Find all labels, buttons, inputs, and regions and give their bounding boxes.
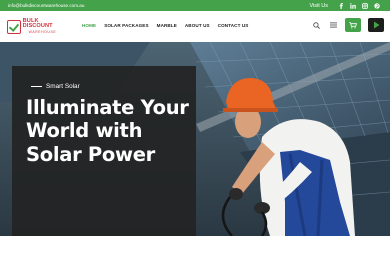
facebook-icon[interactable]: [338, 2, 344, 9]
visit-us-link[interactable]: Visit Us: [309, 3, 328, 9]
header-tools: [311, 18, 384, 32]
nav-item-solar-packages[interactable]: SOLAR PACKAGES: [104, 23, 148, 28]
instagram-icon[interactable]: [362, 2, 368, 9]
nav-item-home[interactable]: HOME: [82, 23, 96, 28]
hero-eyebrow: Smart Solar: [31, 83, 80, 90]
cart-button[interactable]: [345, 18, 361, 32]
nav-item-marble[interactable]: MARBLE: [157, 23, 177, 28]
logo-wordmark: BULK DISCOUNT WAREHOUSE: [22, 17, 69, 35]
hero-banner: Smart Solar Illuminate Your World with S…: [0, 42, 390, 236]
site-logo[interactable]: BULK DISCOUNT WAREHOUSE: [7, 18, 69, 35]
hero-headline: Illuminate Your World with Solar Power: [26, 96, 189, 166]
logo-check-icon: [7, 19, 21, 34]
hero-text-panel: Smart Solar Illuminate Your World with S…: [12, 66, 196, 236]
site-header: BULK DISCOUNT WAREHOUSE HOME SOLAR PACKA…: [0, 11, 390, 42]
eyebrow-line: [31, 86, 42, 87]
below-hero-area: [0, 236, 390, 275]
menu-icon[interactable]: [328, 20, 338, 30]
logo-line-2: WAREHOUSE: [28, 29, 57, 34]
linkedin-icon[interactable]: [350, 2, 356, 9]
nav-item-contact-us[interactable]: CONTACT US: [218, 23, 249, 28]
nav-item-about-us[interactable]: ABOUT US: [185, 23, 210, 28]
contact-email[interactable]: info@bulkdiscountwarehouse.com.au: [8, 3, 84, 8]
pinterest-icon[interactable]: [374, 2, 380, 9]
search-icon[interactable]: [311, 20, 321, 30]
page: info@bulkdiscountwarehouse.com.au Visit …: [0, 0, 390, 275]
play-button[interactable]: [368, 18, 384, 32]
logo-line-1: BULK DISCOUNT: [22, 17, 53, 30]
cart-icon: [349, 21, 357, 28]
play-icon: [373, 21, 379, 29]
main-nav: HOME SOLAR PACKAGES MARBLE ABOUT US CONT…: [82, 23, 248, 28]
top-bar: info@bulkdiscountwarehouse.com.au Visit …: [0, 0, 390, 11]
hero-eyebrow-text: Smart Solar: [46, 83, 80, 90]
top-bar-right: Visit Us: [309, 3, 380, 9]
